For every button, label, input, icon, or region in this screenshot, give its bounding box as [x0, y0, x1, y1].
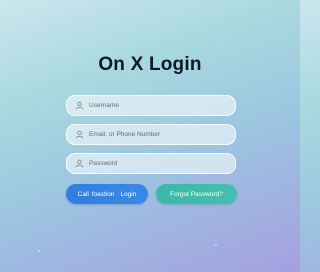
username-input[interactable]	[89, 102, 229, 109]
forgot-password-button[interactable]: Forgot Password?	[156, 184, 237, 204]
user-icon	[70, 159, 88, 168]
user-icon	[70, 101, 88, 110]
page-title: On X Login	[98, 54, 202, 75]
login-page: On X Login Call foastion L	[0, 0, 300, 272]
username-field[interactable]	[66, 95, 236, 116]
forgot-password-label: Forgot Password?	[170, 190, 223, 198]
background-speck	[215, 244, 217, 246]
user-icon	[70, 130, 88, 139]
login-button-label: Login	[120, 190, 137, 198]
password-input[interactable]	[89, 160, 229, 167]
login-button[interactable]: Call foastion Login	[66, 184, 148, 204]
email-phone-input[interactable]	[89, 131, 229, 138]
email-phone-field[interactable]	[66, 124, 236, 145]
background-speck	[38, 250, 40, 252]
password-field[interactable]	[66, 153, 236, 174]
login-button-prefix: Call foastion	[77, 190, 115, 198]
